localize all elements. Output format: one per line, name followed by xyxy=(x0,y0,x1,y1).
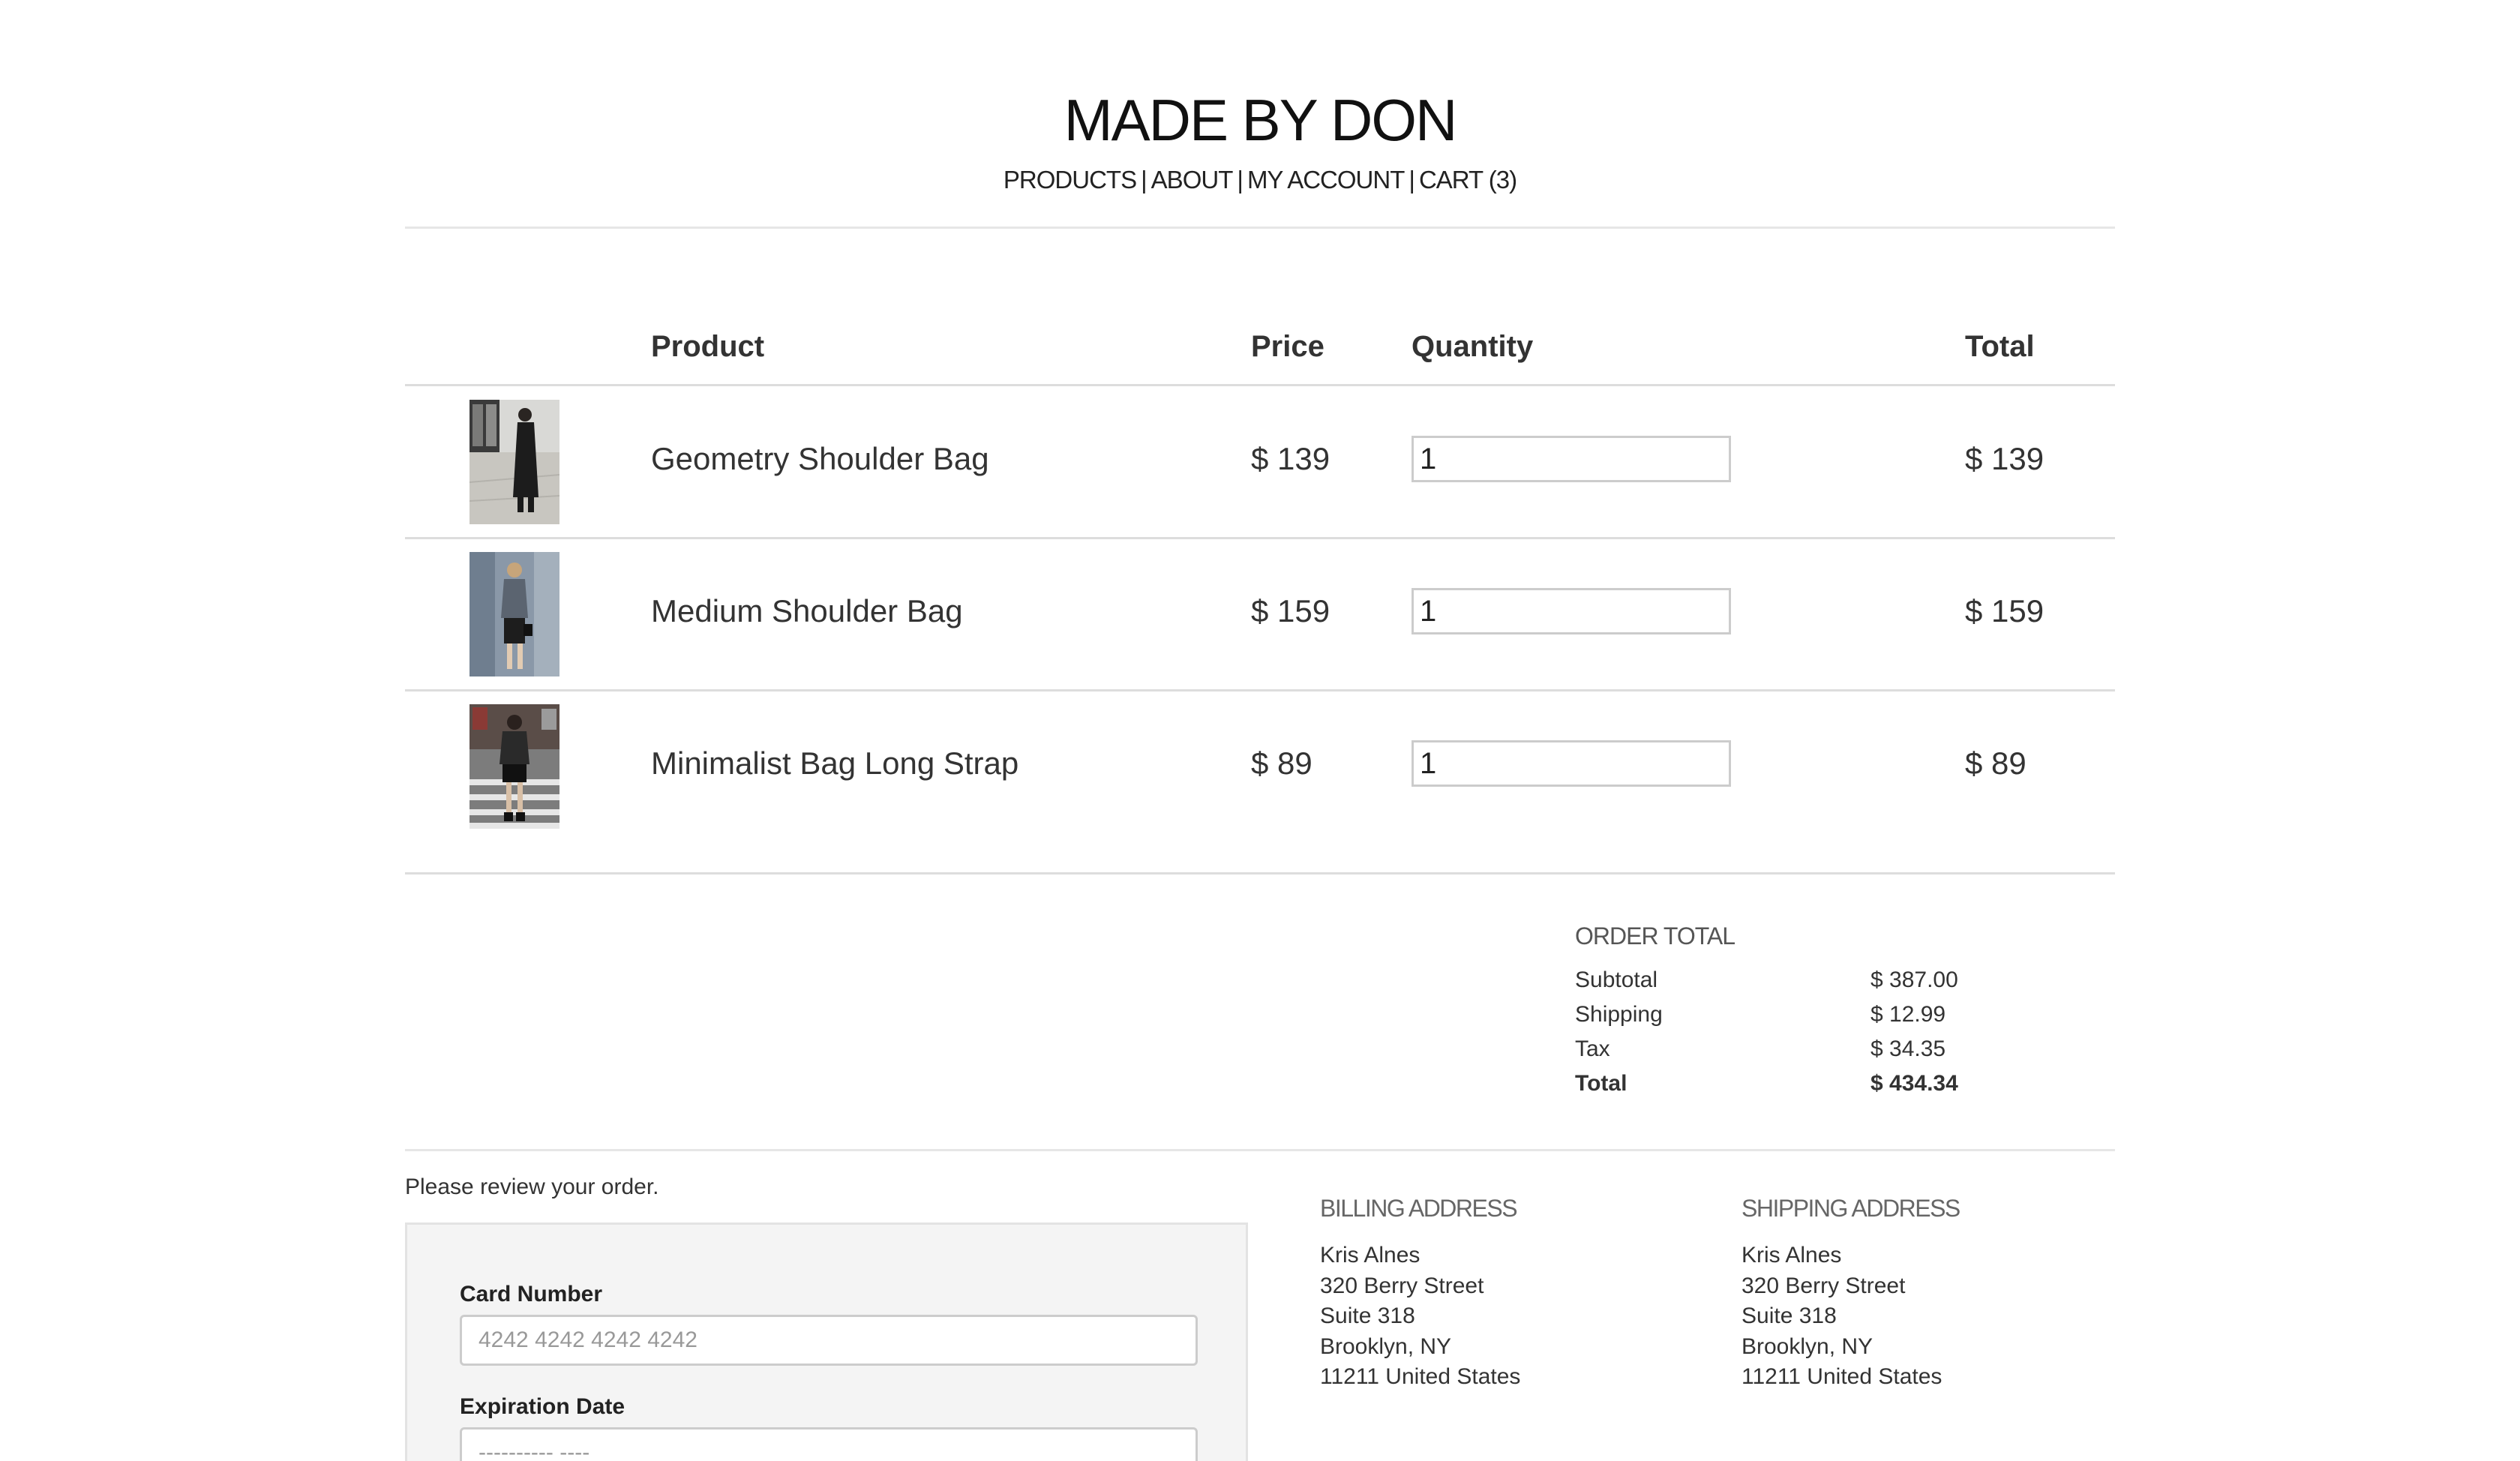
nav-separator: | xyxy=(1141,166,1148,194)
expiration-date-input[interactable] xyxy=(460,1427,1198,1461)
subtotal-label: Subtotal xyxy=(1575,968,1658,992)
order-total-heading: ORDER TOTAL xyxy=(1575,922,1736,950)
card-number-label: Card Number xyxy=(460,1282,603,1306)
column-header-total: Total xyxy=(1965,330,2035,363)
header-divider xyxy=(405,226,2115,229)
shipping-line: Shipping $ 12.99 xyxy=(1575,1002,2025,1036)
card-number-input[interactable] xyxy=(460,1315,1198,1366)
nav-separator: | xyxy=(1237,166,1244,194)
cart-table-header: Product Price Quantity Total xyxy=(405,321,2115,386)
product-name[interactable]: Geometry Shoulder Bag xyxy=(651,439,989,479)
billing-city: Brooklyn, NY xyxy=(1320,1334,1452,1359)
shipping-address-heading: SHIPPING ADDRESS xyxy=(1742,1195,1960,1222)
product-thumbnail[interactable] xyxy=(470,400,560,524)
billing-street: 320 Berry Street xyxy=(1320,1273,1484,1298)
shipping-city: Brooklyn, NY xyxy=(1742,1334,1874,1359)
checkout-page: MADE BY DON PRODUCTS | ABOUT | MY ACCOUNT | CA… xyxy=(0,0,2520,1461)
total-value: $ 434.34 xyxy=(1870,1071,1958,1096)
cart-row: Geometry Shoulder Bag $ 139 $ 139 xyxy=(405,386,2115,539)
tax-label: Tax xyxy=(1575,1036,1610,1061)
nav-my-account[interactable]: MY ACCOUNT xyxy=(1247,166,1405,194)
product-name[interactable]: Minimalist Bag Long Strap xyxy=(651,743,1018,784)
billing-zip-country: 11211 United States xyxy=(1320,1364,1521,1389)
billing-address-heading: BILLING ADDRESS xyxy=(1320,1195,1518,1222)
billing-name: Kris Alnes xyxy=(1320,1243,1420,1268)
quantity-input[interactable] xyxy=(1412,436,1731,482)
nav-about[interactable]: ABOUT xyxy=(1151,166,1234,194)
site-title[interactable]: MADE BY DON xyxy=(405,84,2115,156)
shipping-suite: Suite 318 xyxy=(1742,1304,1837,1328)
shipping-name: Kris Alnes xyxy=(1742,1243,1842,1268)
product-name[interactable]: Medium Shoulder Bag xyxy=(651,591,963,632)
tax-value: $ 34.35 xyxy=(1870,1036,1946,1061)
order-total-summary: ORDER TOTAL Subtotal $ 387.00 Shipping $… xyxy=(1575,921,2025,1106)
line-total: $ 89 xyxy=(1965,746,2026,781)
nav-cart[interactable]: CART (3) xyxy=(1419,166,1517,194)
total-line: Total $ 434.34 xyxy=(1575,1071,2025,1106)
expiration-date-label: Expiration Date xyxy=(460,1394,626,1419)
shipping-address: SHIPPING ADDRESS Kris Alnes 320 Berry St… xyxy=(1742,1192,2116,1393)
column-header-price: Price xyxy=(1251,330,1324,363)
nav-products[interactable]: PRODUCTS xyxy=(1004,166,1137,194)
column-header-quantity: Quantity xyxy=(1412,330,1534,363)
subtotal-value: $ 387.00 xyxy=(1870,968,1958,992)
product-thumbnail[interactable] xyxy=(470,552,560,676)
line-total: $ 159 xyxy=(1965,593,2044,628)
shipping-zip-country: 11211 United States xyxy=(1742,1364,1942,1389)
product-price: $ 139 xyxy=(1251,441,1330,476)
product-price: $ 159 xyxy=(1251,593,1330,628)
cart-row: Medium Shoulder Bag $ 159 $ 159 xyxy=(405,538,2115,692)
nav-separator: | xyxy=(1408,166,1415,194)
quantity-input[interactable] xyxy=(1412,740,1731,787)
product-thumbnail[interactable] xyxy=(470,704,560,829)
column-header-product: Product xyxy=(651,330,765,363)
quantity-input[interactable] xyxy=(1412,588,1731,634)
billing-address: BILLING ADDRESS Kris Alnes 320 Berry Str… xyxy=(1320,1192,1695,1393)
review-note: Please review your order. xyxy=(405,1174,659,1199)
subtotal-line: Subtotal $ 387.00 xyxy=(1575,968,2025,1002)
summary-divider xyxy=(405,1149,2115,1151)
billing-suite: Suite 318 xyxy=(1320,1304,1415,1328)
shipping-label: Shipping xyxy=(1575,1002,1663,1027)
product-price: $ 89 xyxy=(1251,746,1312,781)
shipping-value: $ 12.99 xyxy=(1870,1002,1946,1027)
line-total: $ 139 xyxy=(1965,441,2044,476)
tax-line: Tax $ 34.35 xyxy=(1575,1036,2025,1071)
cart-row: Minimalist Bag Long Strap $ 89 $ 89 xyxy=(405,691,2115,874)
total-label: Total xyxy=(1575,1071,1628,1096)
payment-form: Card Number Expiration Date xyxy=(405,1222,1248,1461)
shipping-street: 320 Berry Street xyxy=(1742,1273,1906,1298)
main-nav: PRODUCTS | ABOUT | MY ACCOUNT | CART (3) xyxy=(405,162,2115,198)
